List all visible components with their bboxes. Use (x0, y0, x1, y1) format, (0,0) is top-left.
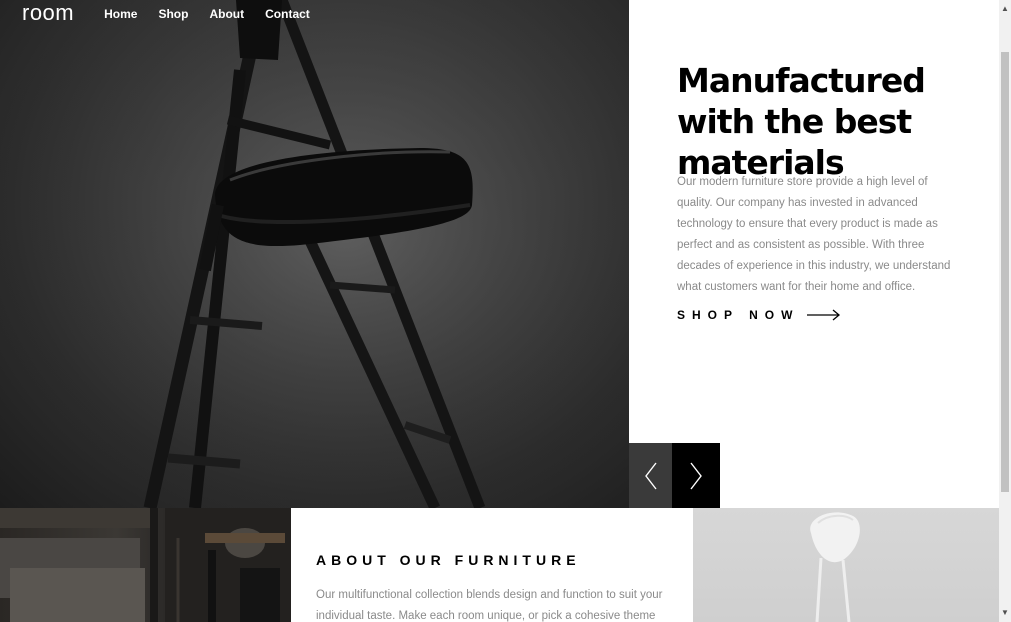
nav-home[interactable]: Home (104, 7, 137, 21)
shop-now-button[interactable]: SHOP NOW (677, 308, 841, 322)
vertical-scrollbar[interactable]: ▲ ▼ (999, 0, 1011, 622)
about-section: ABOUT OUR FURNITURE Our multifunctional … (291, 508, 693, 622)
top-navigation: room Home Shop About Contact (22, 0, 331, 28)
triangle-down-icon[interactable]: ▼ (999, 606, 1011, 620)
white-chair-image (693, 508, 999, 622)
shop-now-label: SHOP NOW (677, 308, 800, 322)
nav-contact[interactable]: Contact (265, 7, 310, 21)
arrow-right-icon (807, 309, 841, 321)
hero-text-panel: Manufactured with the best materials Our… (629, 0, 999, 508)
hero-description: Our modern furniture store provide a hig… (677, 176, 951, 293)
hero-image (0, 0, 629, 508)
bedroom-scene (0, 508, 291, 622)
hero-headline: Manufactured with the best materials (677, 61, 926, 182)
chevron-left-icon (644, 462, 657, 489)
nav-shop[interactable]: Shop (158, 7, 188, 21)
about-heading: ABOUT OUR FURNITURE (316, 552, 581, 568)
bedroom-furniture-image (0, 508, 291, 622)
slider-next-button[interactable] (672, 443, 720, 508)
slider-prev-button[interactable] (629, 443, 672, 508)
logo[interactable]: room (22, 0, 74, 26)
folding-chair-illustration (0, 0, 629, 508)
chevron-right-icon (690, 462, 702, 489)
scrollbar-thumb[interactable] (1001, 52, 1009, 492)
triangle-up-icon[interactable]: ▲ (999, 2, 1011, 16)
white-chair-scene (810, 512, 860, 622)
nav-about[interactable]: About (209, 7, 244, 21)
about-text: Our multifunctional collection blends de… (316, 589, 663, 622)
